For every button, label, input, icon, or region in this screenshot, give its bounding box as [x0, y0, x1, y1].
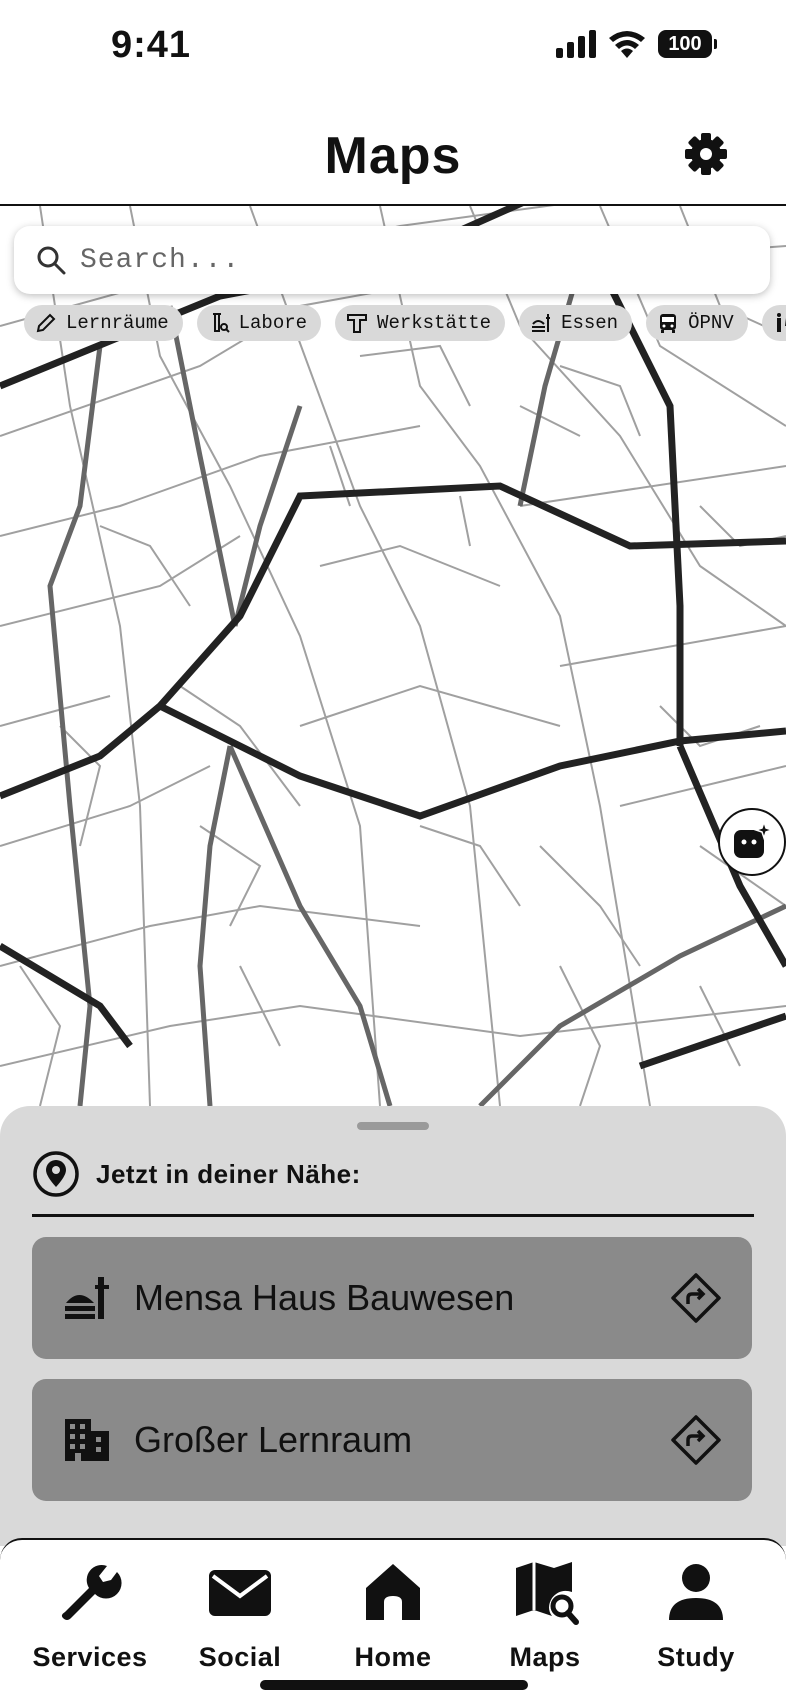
battery-indicator: 100 — [658, 30, 717, 58]
page-title: Maps — [324, 127, 462, 185]
map-streets — [0, 206, 786, 1106]
nav-services[interactable]: Services — [15, 1558, 165, 1673]
person-icon — [669, 1564, 723, 1620]
chip-label: Lernräume — [66, 312, 169, 334]
nearby-title: Jetzt in deiner Nähe: — [96, 1158, 361, 1189]
restroom-icon — [776, 313, 786, 332]
food-icon — [532, 314, 551, 332]
place-label: Großer Lernraum — [134, 1419, 413, 1460]
app-header: Maps — [0, 100, 786, 206]
nav-label: Maps — [509, 1642, 581, 1672]
workshop-icon — [347, 314, 368, 333]
status-time: 9:41 — [111, 24, 192, 66]
signal-icon — [556, 30, 596, 58]
search-bar[interactable] — [14, 226, 770, 294]
chip-label: Labore — [238, 312, 308, 334]
nav-social[interactable]: Social — [165, 1558, 315, 1673]
bus-icon — [660, 314, 677, 333]
home-icon — [366, 1564, 420, 1620]
lab-icon — [212, 313, 230, 333]
wrench-icon — [61, 1565, 122, 1620]
nav-study[interactable]: Study — [621, 1558, 771, 1673]
sheet-drag-handle[interactable] — [357, 1122, 429, 1130]
directions-icon[interactable] — [670, 1272, 722, 1324]
sparkle-chat-icon — [734, 820, 774, 858]
home-indicator — [260, 1680, 528, 1690]
chip-werkstaette[interactable]: Werkstätte — [335, 305, 506, 341]
nav-label: Study — [657, 1642, 735, 1672]
chip-oepnv[interactable]: ÖPNV — [646, 305, 748, 341]
nearby-header: Jetzt in deiner Nähe: — [32, 1150, 361, 1198]
category-chips: Lernräume Labore Werkstätte Essen ÖPNV W… — [24, 305, 786, 341]
nav-maps[interactable]: Maps — [470, 1558, 620, 1673]
map-view[interactable] — [0, 206, 786, 1106]
chip-labore[interactable]: Labore — [196, 305, 322, 341]
wifi-icon — [609, 31, 645, 58]
chip-lernraeume[interactable]: Lernräume — [24, 305, 183, 341]
nav-label: Home — [354, 1642, 432, 1672]
nav-home[interactable]: Home — [318, 1558, 468, 1673]
building-icon — [65, 1419, 109, 1461]
location-pin-icon — [33, 1151, 79, 1197]
map-search-icon — [516, 1562, 579, 1625]
place-card-lernraum[interactable]: Großer Lernraum — [32, 1379, 752, 1501]
nav-label: Social — [198, 1642, 282, 1672]
search-icon — [37, 246, 66, 275]
search-input[interactable] — [80, 244, 720, 276]
chip-essen[interactable]: Essen — [519, 305, 633, 341]
status-icons: 100 — [556, 30, 717, 58]
pencil-icon — [36, 313, 56, 333]
nearby-sheet: Jetzt in deiner Nähe: Mensa Haus Bauwese… — [0, 1106, 786, 1546]
chip-label: ÖPNV — [688, 312, 734, 334]
place-label: Mensa Haus Bauwesen — [134, 1277, 515, 1318]
food-icon — [65, 1277, 109, 1319]
chip-label: Werkstätte — [377, 312, 492, 334]
status-bar: 9:41 100 — [0, 0, 786, 100]
divider — [32, 1214, 754, 1217]
chip-wc[interactable]: WC — [761, 305, 786, 341]
gear-icon — [685, 133, 727, 175]
nav-label: Services — [32, 1642, 148, 1672]
directions-icon[interactable] — [670, 1414, 722, 1466]
chip-label: Essen — [561, 312, 619, 334]
place-card-mensa[interactable]: Mensa Haus Bauwesen — [32, 1237, 752, 1359]
settings-button[interactable] — [684, 132, 728, 176]
mail-icon — [209, 1570, 271, 1616]
ai-assistant-button[interactable] — [718, 808, 786, 876]
